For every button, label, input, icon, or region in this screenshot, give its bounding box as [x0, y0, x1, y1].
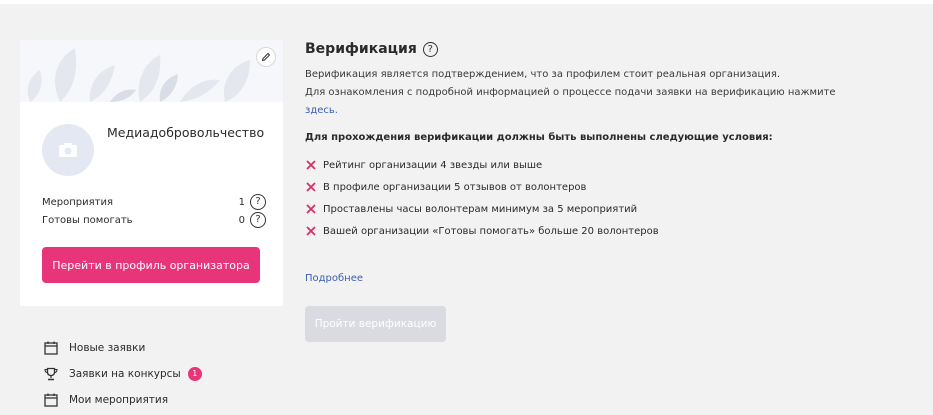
stat-label: Мероприятия — [42, 197, 113, 208]
nav-item-label: Новые заявки — [69, 342, 146, 354]
nav-item-contest-requests[interactable]: Заявки на конкурсы 1 — [43, 365, 202, 383]
condition-item: Вашей организации «Готовы помогать» боль… — [305, 220, 905, 242]
stat-events: Мероприятия 1 ? — [42, 194, 266, 212]
nav-item-label: Мои мероприятия — [69, 394, 169, 406]
condition-item: В профиле организации 5 отзывов от волон… — [305, 176, 905, 198]
trophy-icon — [43, 366, 59, 382]
calendar-icon — [43, 340, 59, 356]
notification-badge: 1 — [187, 367, 202, 381]
verify-button[interactable]: Пройти верификацию — [305, 306, 446, 342]
go-to-profile-button[interactable]: Перейти в профиль организатора — [42, 247, 260, 283]
top-bar — [0, 0, 933, 4]
condition-text: В профиле организации 5 отзывов от волон… — [323, 181, 587, 193]
conditions-title: Для прохождения верификации должны быть … — [305, 132, 773, 143]
condition-text: Проставлены часы волонтерам минимум за 5… — [323, 203, 638, 215]
description-line: Верификация является подтверждением, что… — [305, 69, 781, 80]
cross-icon — [306, 226, 316, 236]
pencil-icon — [261, 52, 271, 62]
org-name: Медиадобровольчество — [107, 125, 265, 140]
condition-text: Рейтинг организации 4 звезды или выше — [323, 159, 543, 171]
stat-label: Готовы помогать — [42, 215, 133, 226]
cover-leaves-decoration — [27, 48, 250, 102]
stat-value: 0 — [238, 215, 245, 226]
edit-cover-button[interactable] — [256, 47, 276, 67]
more-details-link[interactable]: Подробнее — [305, 273, 363, 284]
help-icon[interactable]: ? — [250, 194, 266, 210]
nav-item-label: Заявки на конкурсы — [69, 368, 181, 380]
condition-item: Проставлены часы волонтерам минимум за 5… — [305, 198, 905, 220]
help-icon[interactable]: ? — [250, 212, 266, 228]
calendar-icon — [43, 392, 59, 408]
stat-ready-to-help: Готовы помогать 0 ? — [42, 212, 266, 230]
profile-card: Медиадобровольчество Мероприятия 1 ? Гот… — [20, 40, 283, 306]
cross-icon — [306, 182, 316, 192]
verification-description: Верификация является подтверждением, что… — [305, 66, 905, 120]
page-title: Верификация — [305, 41, 417, 57]
condition-text: Вашей организации «Готовы помогать» боль… — [323, 225, 659, 237]
camera-icon — [59, 143, 77, 157]
verification-section: Верификация ? Верификация является подтв… — [305, 38, 905, 242]
description-line: Для ознакомления с подробной информацией… — [305, 87, 836, 98]
help-icon[interactable]: ? — [422, 41, 438, 57]
verification-header: Верификация ? — [305, 38, 905, 60]
cross-icon — [306, 204, 316, 214]
avatar[interactable] — [42, 124, 94, 176]
profile-cover — [20, 40, 283, 102]
stat-value: 1 — [238, 197, 245, 208]
nav-item-my-events[interactable]: Мои мероприятия — [43, 391, 168, 409]
nav-item-new-requests[interactable]: Новые заявки — [43, 339, 145, 357]
here-link[interactable]: здесь. — [305, 105, 338, 116]
cross-icon — [306, 160, 316, 170]
conditions-list: Рейтинг организации 4 звезды или выше В … — [305, 154, 905, 242]
condition-item: Рейтинг организации 4 звезды или выше — [305, 154, 905, 176]
